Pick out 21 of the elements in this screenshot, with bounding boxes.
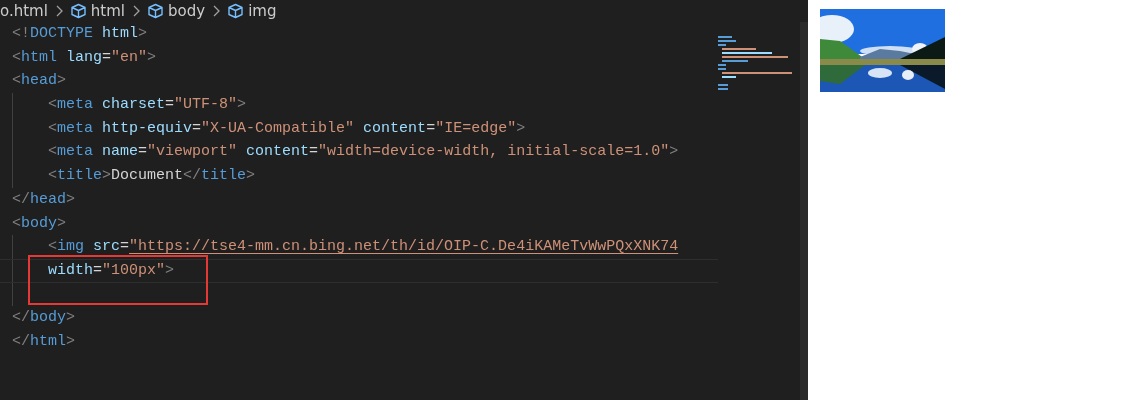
code-line: <title>Document</title>	[0, 164, 718, 188]
code-line: <body>	[11, 213, 68, 234]
breadcrumb-item[interactable]: body	[147, 2, 206, 20]
code-line: </head>	[11, 189, 77, 210]
breadcrumb-item[interactable]: o.html	[0, 2, 48, 20]
code-line: </html>	[11, 331, 77, 352]
code-line: <meta name="viewport" content="width=device-width, initial-scale=1.0">	[0, 140, 718, 165]
code-line: <head>	[11, 71, 68, 92]
breadcrumb-item[interactable]: img	[227, 2, 277, 20]
chevron-icon	[212, 5, 221, 17]
code-line: <html lang="en">	[11, 47, 158, 68]
scrollbar-track[interactable]	[800, 22, 808, 400]
chevron-icon	[132, 5, 141, 17]
code-line: </body>	[11, 308, 77, 329]
code-line: width="100px">	[0, 258, 718, 283]
code-line: <img src="https://tse4-mm.cn.bing.net/th/id/OIP-C.De4iKAMeTvWwPQxXNK74	[0, 235, 718, 259]
code-line: <meta charset="UTF-8">	[0, 93, 718, 117]
code-line: <meta http-equiv="X-UA-Compatible" content="IE=edge">	[0, 116, 718, 141]
chevron-icon	[54, 5, 63, 17]
code-line: <!DOCTYPE html>	[11, 24, 149, 44]
breadcrumb-item[interactable]: html	[69, 2, 126, 20]
